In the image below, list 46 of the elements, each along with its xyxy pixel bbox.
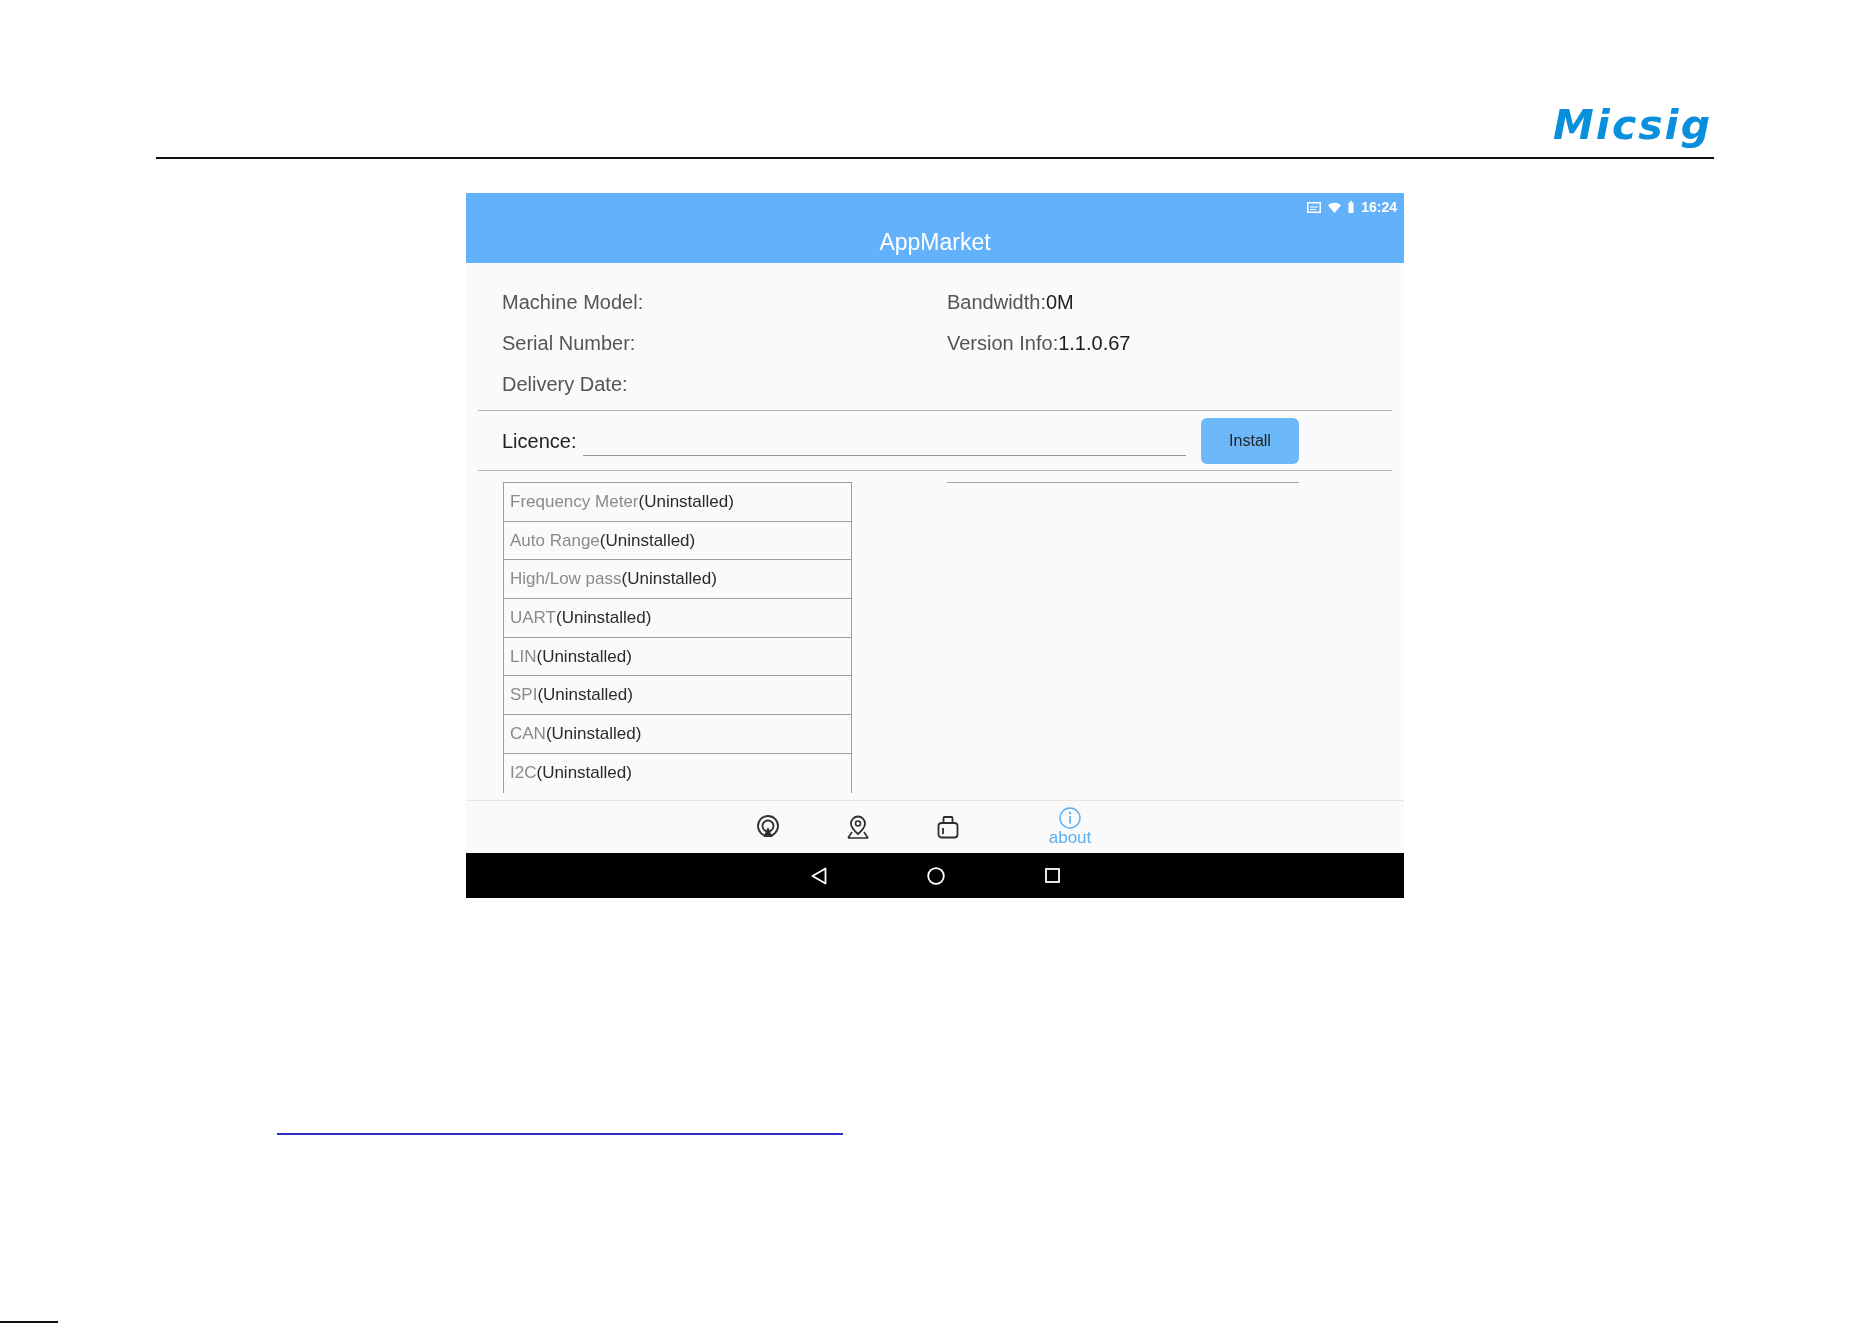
feature-status: (Uninstalled) bbox=[599, 530, 696, 551]
signal-rings-icon bbox=[756, 815, 780, 839]
back-icon[interactable] bbox=[810, 866, 827, 885]
feature-name: I2C bbox=[510, 763, 537, 784]
home-icon[interactable] bbox=[926, 866, 945, 885]
info-value: 1.1.0.67 bbox=[1058, 330, 1131, 355]
install-button[interactable]: Install bbox=[1201, 417, 1299, 464]
licence-label: Licence: bbox=[502, 428, 578, 453]
feature-status: (Uninstalled) bbox=[556, 607, 652, 628]
feature-name: UART bbox=[510, 607, 556, 628]
feature-row[interactable]: Frequency Meter(Uninstalled) bbox=[503, 483, 852, 522]
feature-row[interactable]: SPI(Uninstalled) bbox=[503, 676, 852, 716]
feature-name: CAN bbox=[510, 723, 546, 744]
feature-row[interactable]: UART(Uninstalled) bbox=[503, 599, 852, 638]
info-label: Delivery Date: bbox=[502, 371, 628, 396]
feature-status: (Uninstalled) bbox=[638, 491, 734, 512]
info-value: 0M bbox=[1045, 289, 1074, 314]
battery-icon bbox=[1348, 201, 1355, 213]
info-label: Version Info: bbox=[947, 330, 1059, 355]
feature-name: Auto Range bbox=[510, 530, 600, 551]
feature-row[interactable]: CAN(Uninstalled) bbox=[503, 715, 852, 754]
feature-name: SPI bbox=[510, 685, 538, 706]
feature-name: Frequency Meter bbox=[510, 491, 639, 512]
feature-row[interactable]: Auto Range(Uninstalled) bbox=[503, 521, 852, 561]
feature-status: (Uninstalled) bbox=[621, 569, 717, 590]
feature-row[interactable]: I2C(Uninstalled) bbox=[503, 753, 852, 793]
feature-name: High/Low pass bbox=[510, 569, 622, 590]
feature-status: (Uninstalled) bbox=[536, 646, 632, 667]
case-icon bbox=[936, 815, 960, 839]
recents-icon[interactable] bbox=[1044, 868, 1060, 883]
info-icon bbox=[1059, 807, 1081, 829]
feature-row[interactable]: LIN(Uninstalled) bbox=[503, 637, 852, 677]
info-label: Machine Model: bbox=[502, 289, 644, 314]
brand-logo: Micsig bbox=[1553, 104, 1712, 146]
location-pin-icon bbox=[846, 815, 870, 839]
feature-status: (Uninstalled) bbox=[536, 763, 632, 784]
feature-status: (Uninstalled) bbox=[537, 685, 633, 706]
cast-icon bbox=[1307, 201, 1322, 213]
info-label: Serial Number: bbox=[502, 330, 636, 355]
status-time: 16:24 bbox=[1361, 199, 1397, 215]
info-label: Bandwidth: bbox=[947, 289, 1046, 314]
feature-name: LIN bbox=[510, 646, 537, 667]
feature-row[interactable]: High/Low pass(Uninstalled) bbox=[503, 560, 852, 600]
feature-status: (Uninstalled) bbox=[545, 723, 642, 744]
app-title: AppMarket bbox=[879, 228, 991, 256]
wifi-icon bbox=[1328, 201, 1342, 213]
